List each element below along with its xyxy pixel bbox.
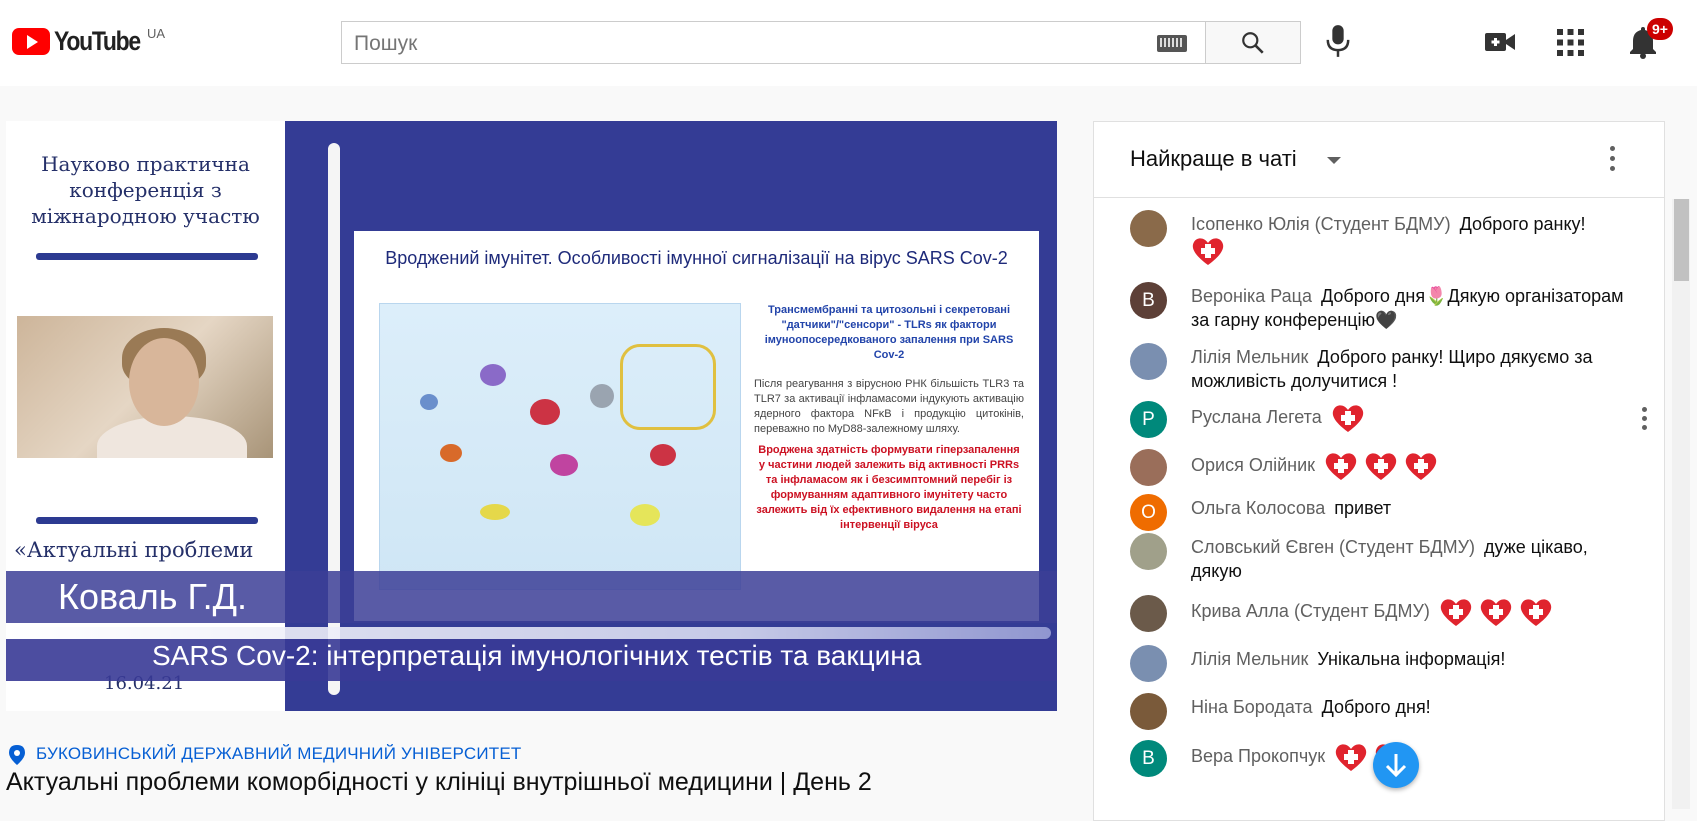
heart-emoji-icon	[1439, 597, 1473, 627]
chat-author-name[interactable]: Крива Алла (Студент БДМУ)	[1191, 601, 1430, 621]
logo-text: YouTube	[54, 26, 141, 56]
heart-emoji-icon	[1331, 403, 1365, 433]
search-input[interactable]	[352, 31, 1116, 57]
chat-message-body: Доброго дня!	[1321, 697, 1431, 717]
avatar[interactable]	[1130, 645, 1167, 682]
slide-text-block: Трансмембранні та цитозольні і секретова…	[754, 303, 1024, 533]
chevron-down-icon[interactable]	[1327, 157, 1341, 164]
avatar[interactable]	[1130, 449, 1167, 486]
heart-emoji-group	[1331, 405, 1371, 432]
video-player[interactable]: Науково практична конференція з міжнарод…	[6, 121, 1057, 711]
chat-message-text: Лілія Мельник Унікальна інформація!	[1191, 647, 1641, 671]
chat-message-text: Словський Євген (Студент БДМУ) дуже цікав…	[1191, 535, 1641, 583]
lower-third-stripe	[6, 627, 1051, 639]
keyboard-icon[interactable]	[1157, 35, 1187, 52]
avatar[interactable]: В	[1130, 740, 1167, 777]
search-box[interactable]	[341, 21, 1205, 64]
avatar[interactable]	[1130, 693, 1167, 730]
location-pin-icon	[9, 745, 25, 765]
youtube-play-icon	[12, 28, 50, 55]
heart-emoji-icon	[1519, 597, 1553, 627]
slide-text-red: Вроджена здатність формувати гіперзапале…	[756, 444, 1022, 531]
slide-title: Вроджений імунітет. Особливості імунної …	[385, 248, 1008, 268]
heart-emoji-group	[1324, 453, 1444, 480]
scroll-to-bottom-button[interactable]	[1373, 742, 1419, 788]
chat-author-name[interactable]: Орися Олійник	[1191, 455, 1315, 475]
youtube-logo[interactable]: YouTube UA	[12, 26, 165, 57]
talk-topic: SARS Cov-2: інтерпретація імунологічних …	[152, 640, 922, 671]
conference-subtitle: «Актуальні проблеми	[14, 538, 254, 562]
chat-author-name[interactable]: Ісопенко Юлія (Студент БДМУ)	[1191, 214, 1451, 234]
chat-author-name[interactable]: Вера Прокопчук	[1191, 746, 1325, 766]
message-menu-icon[interactable]	[1642, 407, 1647, 434]
chat-scrollbar[interactable]	[1672, 199, 1690, 809]
chat-scrollbar-thumb[interactable]	[1674, 199, 1689, 281]
chat-message-text: Вероніка Раца Доброго дня🌷Дякую організат…	[1191, 284, 1641, 332]
apps-icon[interactable]	[1557, 29, 1584, 56]
create-video-icon[interactable]	[1484, 30, 1516, 54]
location-link[interactable]: БУКОВИНСЬКИЙ ДЕРЖАВНИЙ МЕДИЧНИЙ УНІВЕРСИ…	[36, 744, 521, 764]
chat-author-name[interactable]: Ніна Бородата	[1191, 697, 1313, 717]
chat-author-name[interactable]: Лілія Мельник	[1191, 347, 1308, 367]
avatar[interactable]	[1130, 343, 1167, 380]
heart-emoji-icon	[1404, 451, 1438, 481]
speaker-name: Коваль Г.Д.	[58, 576, 247, 617]
speaker-figure	[129, 338, 199, 426]
country-code: UA	[147, 26, 166, 41]
avatar[interactable]: Р	[1130, 401, 1167, 438]
heart-emoji-icon	[1334, 742, 1368, 772]
divider-bar	[36, 253, 258, 260]
arrow-down-icon	[1385, 754, 1407, 778]
chat-author-name[interactable]: Ольга Колосова	[1191, 498, 1325, 518]
chat-message-text: Ісопенко Юлія (Студент БДМУ) Доброго ранк…	[1191, 212, 1641, 266]
chat-author-name[interactable]: Вероніка Раца	[1191, 286, 1312, 306]
microphone-icon[interactable]	[1324, 24, 1352, 58]
chat-more-options-icon[interactable]	[1610, 146, 1616, 176]
video-title: Актуальні проблеми коморбідності у кліні…	[6, 768, 872, 796]
chat-author-name[interactable]: Руслана Легета	[1191, 407, 1322, 427]
top-bar: YouTube UA 9+	[0, 0, 1697, 86]
chat-message-body: привет	[1334, 498, 1392, 518]
avatar[interactable]: В	[1130, 282, 1167, 319]
avatar[interactable]	[1130, 595, 1167, 632]
chat-message-body: Унікальна інформація!	[1317, 649, 1506, 669]
heart-emoji-icon	[1479, 597, 1513, 627]
slide-text-body: Після реагування з вірусною РНК більшіст…	[754, 378, 1024, 435]
chat-message-text: Лілія Мельник Доброго ранку! Щиро дякуємо…	[1191, 345, 1641, 393]
notification-count-badge: 9+	[1647, 18, 1673, 40]
speaker-webcam	[17, 316, 273, 458]
search-icon	[1242, 32, 1264, 54]
slide-text-blue: Трансмембранні та цитозольні і секретова…	[764, 304, 1014, 361]
heart-emoji-group	[1191, 236, 1641, 266]
heart-emoji-icon	[1191, 236, 1225, 266]
immune-signaling-diagram	[379, 303, 741, 590]
chat-message-text: Орися Олійник	[1191, 451, 1641, 481]
chat-author-name[interactable]: Словський Євген (Студент БДМУ)	[1191, 537, 1475, 557]
search-button[interactable]	[1205, 21, 1301, 64]
chat-message-text: Ольга Колосова привет	[1191, 496, 1641, 520]
avatar[interactable]: О	[1130, 494, 1167, 531]
conference-title: Науково практична конференція з міжнарод…	[31, 152, 260, 228]
heart-emoji-icon	[1364, 451, 1398, 481]
chat-header: Найкраще в чаті	[1094, 122, 1664, 198]
divider-bar	[36, 517, 258, 524]
chat-message-text: Крива Алла (Студент БДМУ)	[1191, 597, 1641, 627]
chat-message-text: Руслана Легета	[1191, 403, 1641, 433]
heart-emoji-group	[1439, 599, 1559, 626]
chat-message-body: Доброго ранку!	[1459, 214, 1586, 234]
chat-author-name[interactable]: Лілія Мельник	[1191, 649, 1308, 669]
avatar[interactable]	[1130, 533, 1167, 570]
heart-emoji-icon	[1324, 451, 1358, 481]
chat-message-text: Ніна Бородата Доброго дня!	[1191, 695, 1641, 719]
presentation-slide: Вроджений імунітет. Особливості імунної …	[354, 231, 1039, 621]
chat-mode-dropdown[interactable]: Найкраще в чаті	[1130, 146, 1297, 172]
avatar[interactable]	[1130, 210, 1167, 247]
